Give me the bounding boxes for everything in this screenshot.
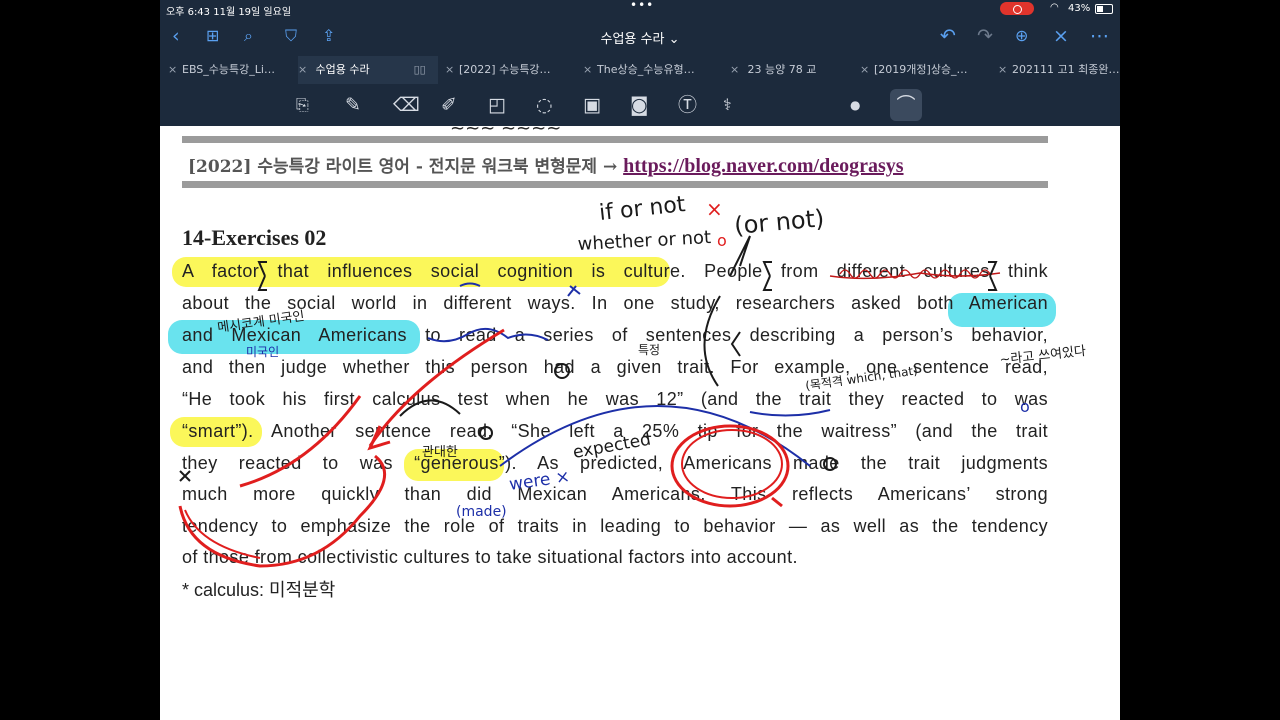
tab-2-active[interactable]: × 수업용 수라 ▯▯ — [298, 56, 438, 84]
tab-label: 23 능양 78 교 — [747, 63, 817, 76]
note-o-mark: o — [717, 231, 727, 250]
battery-percent: 43% — [1068, 3, 1091, 14]
read-mode-icon[interactable]: ⎘ — [296, 94, 309, 116]
tab-1[interactable]: × EBS_수능특강_Li… — [168, 56, 298, 84]
battery-icon — [1095, 4, 1113, 14]
close-tab-icon[interactable]: × — [168, 56, 182, 84]
document-header: [2022] 수능특강 라이트 영어 - 전지문 워크북 변형문제 → http… — [188, 152, 904, 178]
close-tab-icon[interactable]: × — [998, 56, 1012, 84]
redo-icon[interactable]: ↷ — [977, 24, 993, 48]
tab-4[interactable]: × The상승_수능유형… — [583, 56, 723, 84]
tab-label: 202111 고1 최종완… — [1012, 63, 1120, 76]
multitask-dots-icon[interactable]: ••• — [630, 0, 654, 12]
more-icon[interactable]: ⋯ — [1090, 24, 1109, 48]
passage-line: and Mexican Americans to read a series o… — [182, 325, 1048, 345]
blog-link[interactable]: https://blog.naver.com/deograsys — [623, 155, 903, 177]
document-title[interactable]: 수업용 수라 ⌄ — [160, 28, 1120, 47]
header-rule-top — [182, 136, 1048, 143]
passage-line: of those from collectivistic cultures to… — [182, 547, 798, 567]
pen-toolbar: ⎘ ✎ ⌫ ✐ ◰ ◌ ▣ ◙ Ⓣ ⚕ ● ⌒ — [160, 84, 1120, 126]
nav-bar: ‹ ⊞ ⌕ ⛉ ⇪ 수업용 수라 ⌄ ↶ ↷ ⊕ × ⋯ — [160, 18, 1120, 56]
passage-line: and then judge whether this person had a… — [182, 357, 1048, 377]
tab-strip: × EBS_수능특강_Li… × 수업용 수라 ▯▯ × [2022] 수능특강… ×… — [160, 56, 1120, 84]
shapes-icon[interactable]: ◰ — [488, 94, 506, 116]
footnote: * calculus: 미적분학 — [182, 580, 336, 600]
tab-label: [2022] 수능특강… — [459, 63, 551, 76]
screen-record-icon[interactable] — [1000, 2, 1034, 15]
app-chrome: 오후 6:43 11월 19일 일요일 ••• ◠ 43% ‹ ⊞ ⌕ ⛉ ⇪ … — [160, 0, 1120, 126]
document-page[interactable]: ~~~ ~~~~ [2022] 수능특강 라이트 영어 - 전지문 워크북 변형… — [160, 118, 1120, 720]
highlighter-icon[interactable]: ✐ — [441, 94, 457, 116]
tab-6[interactable]: × [2019개정]상승_… — [860, 56, 990, 84]
status-bar: 오후 6:43 11월 19일 일요일 ••• ◠ 43% — [160, 0, 1120, 18]
laser-pointer-icon[interactable]: ⚕ — [723, 94, 732, 116]
passage-line: about the social world in different ways… — [182, 293, 1048, 313]
add-page-icon[interactable]: ⊕ — [1015, 24, 1028, 48]
close-tab-icon[interactable]: × — [298, 56, 312, 84]
passage-line: tendency to emphasize the role of traits… — [182, 516, 1048, 536]
passage-line: A factor that influences social cognitio… — [182, 261, 1048, 281]
lasso-icon[interactable]: ◌ — [536, 94, 553, 116]
wifi-icon: ◠ — [1050, 2, 1059, 13]
status-time: 오후 6:43 11월 19일 일요일 — [166, 7, 292, 18]
note-if-or-not: if or not — [598, 192, 687, 226]
close-tab-icon[interactable]: × — [445, 56, 459, 84]
note-or-not: (or not) — [733, 204, 825, 240]
pen-icon[interactable]: ✎ — [345, 94, 361, 116]
eraser-icon[interactable]: ⌫ — [393, 94, 420, 116]
tab-3[interactable]: × [2022] 수능특강… — [445, 56, 575, 84]
close-tab-icon[interactable]: × — [583, 56, 597, 84]
tab-label: The상승_수능유형… — [597, 63, 695, 76]
pen-size-dot-icon[interactable]: ● — [850, 94, 860, 116]
passage-line: much more quickly than did Mexican Ameri… — [182, 484, 1048, 504]
camera-icon[interactable]: ◙ — [630, 94, 648, 116]
ipad-screen: 오후 6:43 11월 19일 일요일 ••• ◠ 43% ‹ ⊞ ⌕ ⛉ ⇪ … — [160, 0, 1120, 720]
note-whether-or-not: whether or not — [577, 227, 711, 255]
tab-label: EBS_수능특강_Li… — [182, 63, 275, 76]
blue-underline — [749, 409, 831, 417]
tab-label: [2019개정]상승_… — [874, 63, 968, 76]
tab-5[interactable]: × 23 능양 78 교 — [730, 56, 860, 84]
pen-stroke-selected-icon[interactable]: ⌒ — [890, 89, 922, 121]
exercise-title: 14-Exercises 02 — [182, 225, 327, 250]
passage-line: they reacted to was “generous”). As pred… — [182, 453, 1048, 473]
header-rule-bottom — [182, 181, 1048, 188]
passage-line: “smart”). Another sentence read, “She le… — [182, 421, 1048, 441]
tab-label: 수업용 수라 — [315, 63, 370, 76]
header-text: [2022] 수능특강 라이트 영어 - 전지문 워크북 변형문제 → — [188, 157, 624, 177]
image-icon[interactable]: ▣ — [583, 94, 601, 116]
close-tab-icon[interactable]: × — [730, 56, 744, 84]
close-tab-icon[interactable]: × — [860, 56, 874, 84]
note-x-mark: × — [706, 197, 723, 221]
passage-line: “He took his first calculus test when he… — [182, 389, 1048, 409]
split-view-icon[interactable]: ▯▯ — [414, 63, 426, 76]
undo-icon[interactable]: ↶ — [940, 24, 956, 48]
tab-7[interactable]: × 202111 고1 최종완… — [998, 56, 1120, 84]
close-pen-icon[interactable]: × — [1053, 24, 1069, 48]
text-tool-icon[interactable]: Ⓣ — [678, 94, 697, 116]
